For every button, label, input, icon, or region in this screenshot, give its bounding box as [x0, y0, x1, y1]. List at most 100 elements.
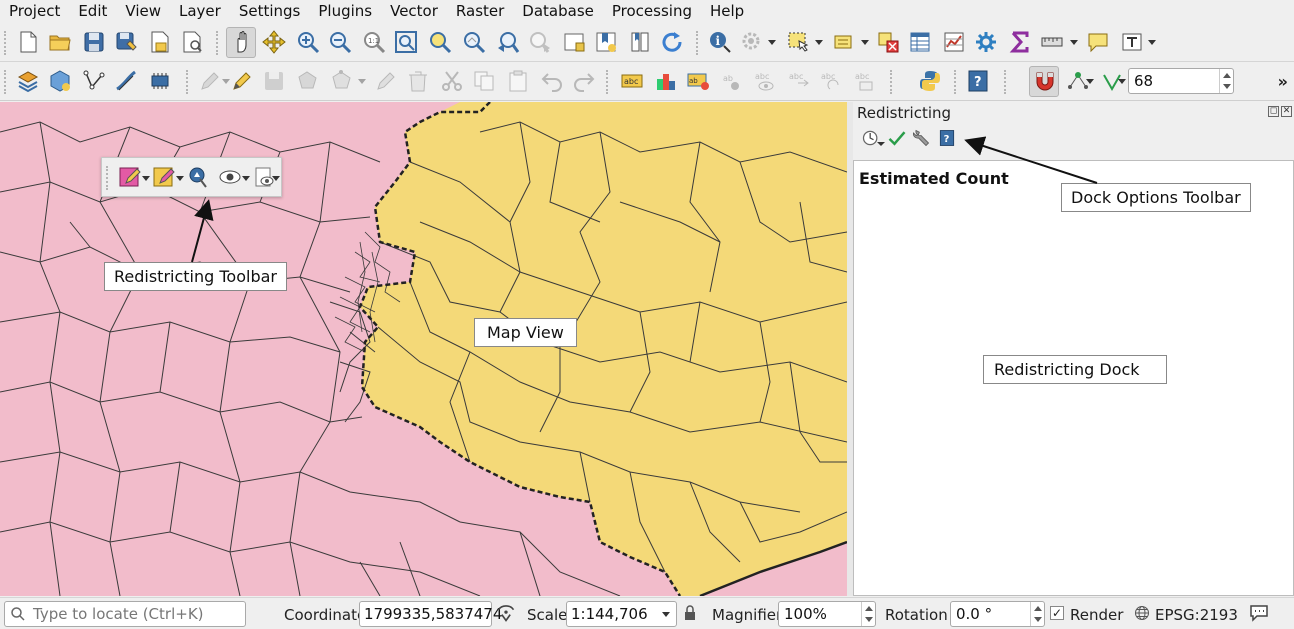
zoom-to-layer-icon[interactable]: [462, 30, 486, 54]
chevron-down-icon[interactable]: [358, 79, 366, 84]
toolbar-grip[interactable]: [4, 70, 8, 94]
new-map-view-icon[interactable]: [562, 30, 586, 54]
save-project-icon[interactable]: [82, 30, 106, 54]
zoom-next-icon[interactable]: [528, 30, 552, 54]
wrench-icon[interactable]: [911, 128, 931, 148]
sum-icon[interactable]: [1008, 30, 1032, 54]
spin-arrows[interactable]: [1030, 602, 1044, 626]
scale-combobox[interactable]: 1:144,706: [566, 601, 677, 627]
toolbar-grip[interactable]: [890, 70, 894, 94]
zoom-native-icon[interactable]: 1:1: [362, 30, 386, 54]
chevron-down-icon[interactable]: [768, 40, 776, 45]
magnet-snapping-icon[interactable]: [1033, 69, 1057, 93]
spin-arrows[interactable]: [861, 602, 875, 626]
run-feature-action-icon[interactable]: [740, 30, 764, 54]
data-source-manager-icon[interactable]: [16, 69, 40, 93]
new-geopackage-layer-icon[interactable]: [48, 69, 72, 93]
globe-icon[interactable]: [1134, 605, 1150, 621]
new-shapefile-layer-icon[interactable]: [82, 69, 106, 93]
highlight-districts-icon[interactable]: [218, 165, 242, 189]
chevron-down-icon[interactable]: [815, 40, 823, 45]
toolbar-grip[interactable]: [696, 31, 700, 55]
new-virtual-layer-icon[interactable]: [148, 69, 172, 93]
processing-toolbox-icon[interactable]: [974, 30, 998, 54]
render-checkbox[interactable]: ✓: [1050, 606, 1064, 620]
snapping-tolerance-spinbox[interactable]: 68: [1128, 68, 1234, 94]
dock-float-button[interactable]: ◻: [1268, 106, 1279, 117]
measure-icon[interactable]: [1040, 30, 1064, 54]
save-as-icon[interactable]: [114, 30, 138, 54]
deselect-all-icon[interactable]: [876, 30, 900, 54]
chevron-down-icon[interactable]: [176, 176, 184, 181]
zoom-full-icon[interactable]: [394, 30, 418, 54]
rotation-spinbox[interactable]: 0.0 °: [950, 601, 1045, 627]
toolbar-grip[interactable]: [106, 166, 110, 190]
chevron-down-icon[interactable]: [142, 176, 150, 181]
modify-attributes-icon[interactable]: [374, 69, 398, 93]
chevron-down-icon[interactable]: [1118, 79, 1126, 84]
menu-plugins[interactable]: Plugins: [309, 0, 381, 22]
toolbar-grip[interactable]: [606, 70, 610, 94]
move-label-icon[interactable]: abc: [786, 69, 810, 93]
toolbar-grip[interactable]: [954, 70, 958, 94]
map-tips-icon[interactable]: [1086, 30, 1110, 54]
open-project-icon[interactable]: [48, 30, 72, 54]
diagram-options-icon[interactable]: [654, 69, 678, 93]
statistical-summary-icon[interactable]: [942, 30, 966, 54]
magnifier-spinbox[interactable]: 100%: [778, 601, 876, 627]
map-canvas[interactable]: [0, 102, 847, 596]
locator-search-input[interactable]: Type to locate (Ctrl+K): [4, 601, 246, 627]
pan-to-selection-icon[interactable]: [262, 30, 286, 54]
menu-project[interactable]: Project: [0, 0, 69, 22]
toolbar-grip[interactable]: [216, 31, 220, 55]
start-redistricting-icon[interactable]: [118, 165, 142, 189]
cut-features-icon[interactable]: [440, 69, 464, 93]
redo-icon[interactable]: [572, 69, 596, 93]
spin-arrows[interactable]: [1219, 69, 1233, 93]
toolbar-grip[interactable]: [186, 70, 190, 94]
crs-label[interactable]: EPSG:2193: [1155, 606, 1238, 624]
refresh-icon[interactable]: [660, 30, 684, 54]
add-polygon-feature-icon[interactable]: [296, 69, 320, 93]
toolbar-overflow-button[interactable]: »: [1278, 72, 1288, 91]
edit-districts-icon[interactable]: [152, 165, 176, 189]
pan-map-icon[interactable]: [230, 30, 254, 54]
undo-icon[interactable]: [540, 69, 564, 93]
delete-selected-icon[interactable]: [406, 69, 430, 93]
text-annotation-icon[interactable]: [1120, 30, 1144, 54]
label-tool-icon[interactable]: abc: [620, 69, 644, 93]
layout-manager-icon[interactable]: [180, 30, 204, 54]
menu-raster[interactable]: Raster: [447, 0, 513, 22]
show-bookmarks-icon[interactable]: [628, 30, 652, 54]
new-spatialite-layer-icon[interactable]: [114, 69, 138, 93]
paste-features-icon[interactable]: [506, 69, 530, 93]
zoom-out-icon[interactable]: [328, 30, 352, 54]
chevron-down-icon[interactable]: [1070, 40, 1078, 45]
menu-processing[interactable]: Processing: [603, 0, 701, 22]
help-icon[interactable]: ?: [937, 128, 957, 148]
toggle-editing-icon[interactable]: [230, 69, 254, 93]
vertex-tool-icon[interactable]: [330, 69, 354, 93]
print-layout-icon[interactable]: [148, 30, 172, 54]
current-edits-icon[interactable]: [198, 69, 222, 93]
checkmark-icon[interactable]: [887, 128, 907, 148]
toggle-extents-icon[interactable]: [496, 603, 516, 623]
chevron-down-icon[interactable]: [861, 40, 869, 45]
zoom-in-icon[interactable]: [296, 30, 320, 54]
chevron-down-icon[interactable]: [1086, 79, 1094, 84]
toolbar-grip[interactable]: [1004, 70, 1008, 94]
rotate-label-icon[interactable]: abc: [818, 69, 842, 93]
chevron-down-icon[interactable]: [877, 142, 885, 146]
chevron-down-icon[interactable]: [662, 612, 670, 617]
new-project-icon[interactable]: [16, 30, 40, 54]
show-hide-labels-icon[interactable]: abc: [752, 69, 776, 93]
chevron-down-icon[interactable]: [272, 176, 280, 181]
attribute-table-icon[interactable]: [908, 30, 932, 54]
zoom-to-selection-icon[interactable]: [428, 30, 452, 54]
menu-vector[interactable]: Vector: [381, 0, 447, 22]
toolbar-grip[interactable]: [4, 31, 8, 55]
interactive-redistrict-icon[interactable]: [186, 165, 210, 189]
dock-close-button[interactable]: ✕: [1281, 106, 1292, 117]
lock-icon[interactable]: [682, 605, 698, 621]
menu-edit[interactable]: Edit: [69, 0, 116, 22]
